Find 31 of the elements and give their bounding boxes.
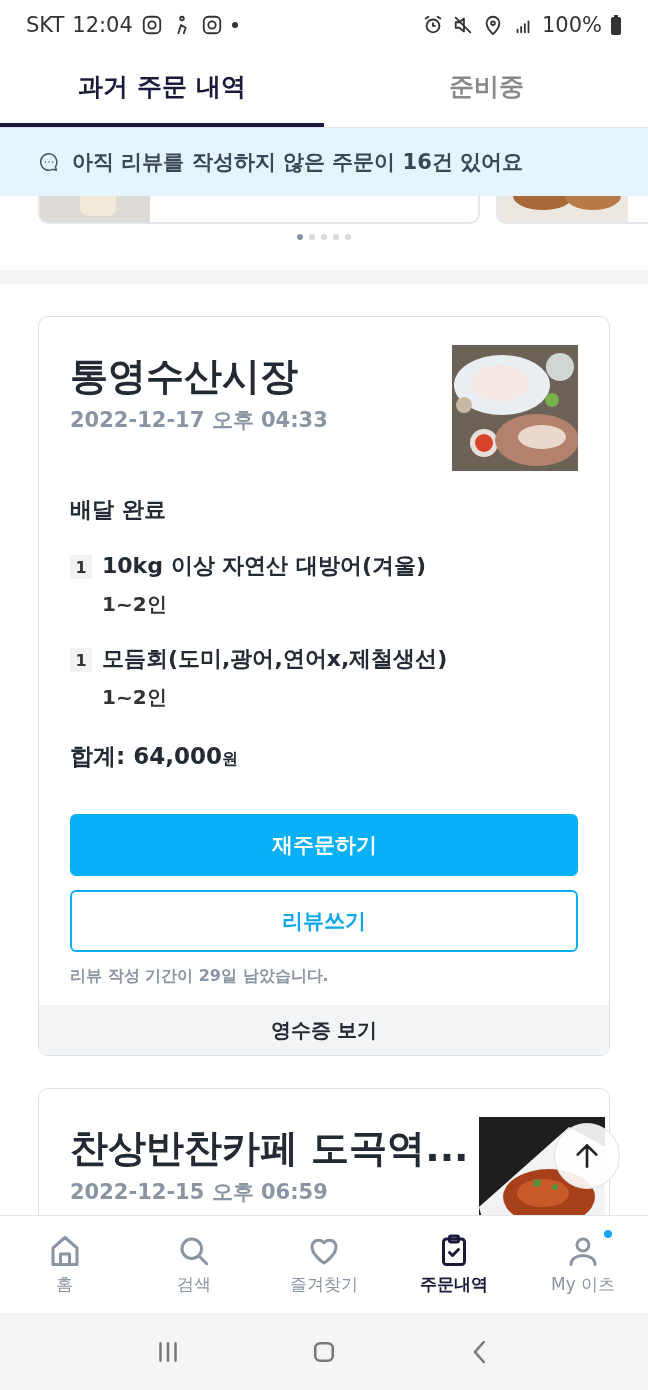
nav-tab[interactable]: My 이츠 (518, 1216, 648, 1313)
carrier-text: SKT (26, 13, 65, 37)
shop-name: 통영수산시장 (70, 353, 299, 400)
time-text: 12:04 (72, 13, 133, 37)
camera-icon (140, 14, 163, 36)
order-date: 2022-12-15 오후 06:59 (70, 1179, 329, 1206)
item-option: 1~2인 (102, 591, 578, 618)
nav-tab[interactable]: 검색 (129, 1216, 260, 1313)
shop-name: 찬상반찬카페 도곡역... (70, 1125, 469, 1172)
order-status: 배달 완료 (70, 496, 167, 524)
battery-icon (610, 14, 622, 36)
nav-tab[interactable]: 즐겨찾기 (259, 1216, 389, 1313)
review-deadline-text: 리뷰 작성 기간이 29일 남았습니다. (70, 966, 330, 987)
nav-tab[interactable]: 주문내역 (388, 1216, 519, 1313)
receipt-button[interactable]: 영수증 보기 (39, 1005, 609, 1055)
quantity-badge: 1 (70, 648, 92, 672)
review-reminder-text: 아직 리뷰를 작성하지 않은 주문이 16건 있어요 (72, 149, 524, 176)
item-name: 10kg 이상 자연산 대방어(겨울) (102, 552, 428, 580)
order-date: 2022-12-17 오후 04:33 (70, 407, 328, 434)
dot-icon (230, 21, 239, 29)
quantity-badge: 1 (70, 555, 92, 579)
total-price: 합계: 64,000원 (70, 742, 239, 771)
reorder-button[interactable]: 재주문하기 (70, 814, 578, 876)
chat-bubble-icon (38, 151, 60, 173)
item-option: 1~2인 (102, 684, 578, 711)
item-name: 모듬회(도미,광어,연어x,제철생선) (102, 645, 449, 673)
write-review-button[interactable]: 리뷰쓰기 (70, 890, 578, 952)
camera-icon (200, 14, 223, 36)
battery-text: 100% (541, 13, 602, 37)
tab[interactable]: 준비중 (324, 50, 648, 127)
nav-tab[interactable]: 홈 (0, 1216, 130, 1313)
